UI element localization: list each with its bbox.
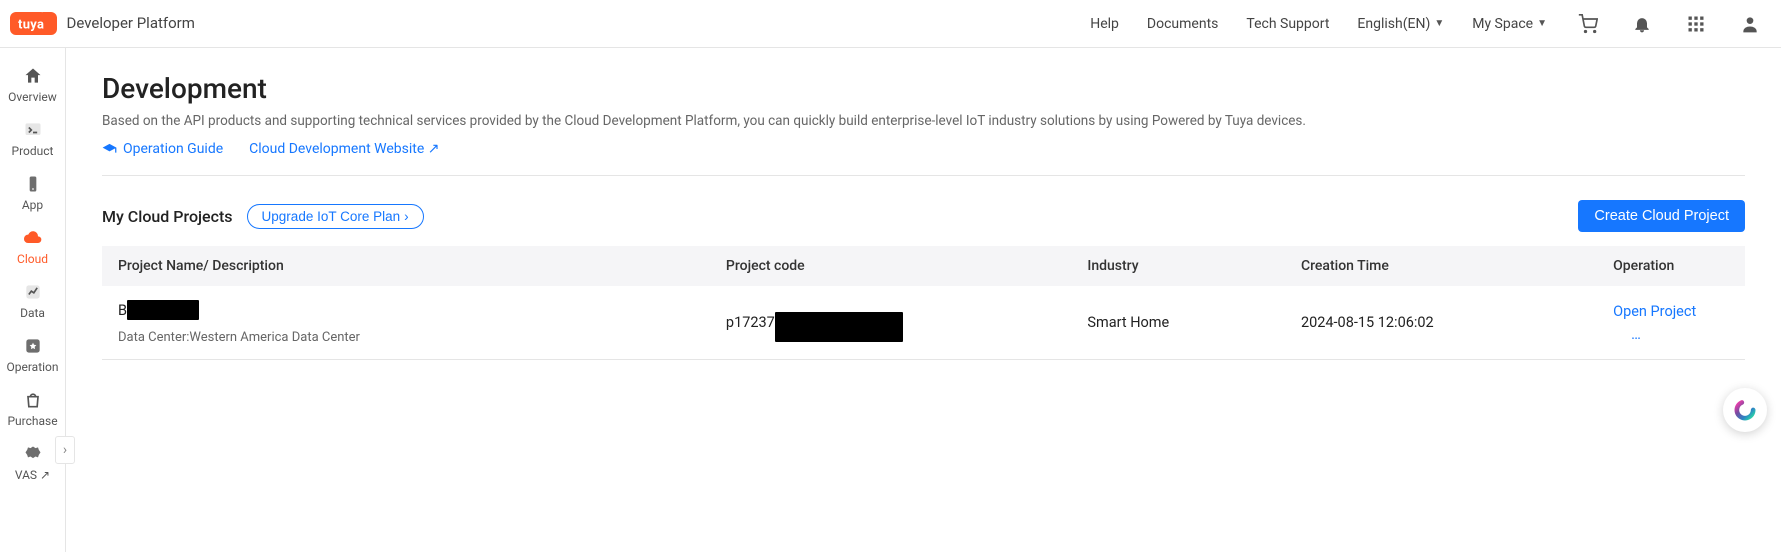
project-name-prefix: B xyxy=(118,302,127,319)
sidebar-item-label: Data xyxy=(20,306,45,320)
sidebar-item-label: Product xyxy=(12,144,54,158)
sidebar-item-purchase[interactable]: Purchase xyxy=(0,382,65,436)
link-label: Cloud Development Website ↗ xyxy=(249,141,439,157)
nav-my-space[interactable]: My Space ▼ xyxy=(1472,16,1547,32)
cart-icon[interactable] xyxy=(1575,11,1601,37)
chevron-down-icon: ▼ xyxy=(1434,18,1444,29)
chevron-down-icon: ▼ xyxy=(1537,18,1547,29)
open-project-link[interactable]: Open Project xyxy=(1613,303,1696,320)
nav-help[interactable]: Help xyxy=(1090,16,1119,32)
upgrade-plan-button[interactable]: Upgrade IoT Core Plan › xyxy=(247,204,424,229)
graduation-cap-icon xyxy=(102,142,117,157)
project-code-prefix: p17237 xyxy=(726,313,775,330)
apps-grid-icon[interactable] xyxy=(1683,11,1709,37)
sidebar-item-overview[interactable]: Overview xyxy=(0,58,65,112)
sidebar-item-data[interactable]: Data xyxy=(0,274,65,328)
nav-tech-support[interactable]: Tech Support xyxy=(1246,16,1329,32)
nav-language[interactable]: English(EN) ▼ xyxy=(1357,16,1444,32)
sidebar: Overview Product App Cloud Data Operatio… xyxy=(0,48,66,552)
cell-industry: Smart Home xyxy=(1071,286,1285,360)
sidebar-item-cloud[interactable]: Cloud xyxy=(0,220,65,274)
user-icon[interactable] xyxy=(1737,11,1763,37)
sidebar-item-label: Overview xyxy=(8,90,57,104)
page-description: Based on the API products and supporting… xyxy=(102,113,1745,129)
sidebar-item-label: VAS ↗ xyxy=(15,468,50,482)
nav-my-space-label: My Space xyxy=(1472,16,1533,32)
link-cloud-dev-website[interactable]: Cloud Development Website ↗ xyxy=(249,141,439,157)
chevron-right-icon: › xyxy=(404,209,409,224)
sidebar-collapse-toggle[interactable]: › xyxy=(55,436,75,464)
nav-documents[interactable]: Documents xyxy=(1147,16,1218,32)
link-label: Operation Guide xyxy=(123,141,223,157)
topbar-left: tuya° Developer Platform xyxy=(10,12,195,35)
sidebar-item-product[interactable]: Product xyxy=(0,112,65,166)
col-project-name: Project Name/ Description xyxy=(102,246,710,286)
topbar: tuya° Developer Platform Help Documents … xyxy=(0,0,1781,48)
page-links: Operation Guide Cloud Development Websit… xyxy=(102,141,1745,176)
cell-creation-time: 2024-08-15 12:06:02 xyxy=(1285,286,1597,360)
redacted-block xyxy=(775,312,903,342)
swirl-icon xyxy=(1731,396,1759,424)
col-operation: Operation xyxy=(1597,246,1745,286)
sidebar-item-label: Cloud xyxy=(17,252,48,266)
sidebar-item-operation[interactable]: Operation xyxy=(0,328,65,382)
table-row: B Data Center:Western America Data Cente… xyxy=(102,286,1745,360)
section-header: My Cloud Projects Upgrade IoT Core Plan … xyxy=(102,200,1745,232)
page-title: Development xyxy=(102,72,1745,105)
chevron-right-icon: › xyxy=(63,442,67,458)
link-operation-guide[interactable]: Operation Guide xyxy=(102,141,223,157)
projects-table: Project Name/ Description Project code I… xyxy=(102,246,1745,360)
logo[interactable]: tuya° xyxy=(10,12,57,35)
col-creation-time: Creation Time xyxy=(1285,246,1597,286)
create-cloud-project-button[interactable]: Create Cloud Project xyxy=(1578,200,1745,232)
home-icon xyxy=(23,66,43,86)
chart-icon xyxy=(23,282,43,302)
brand-title: Developer Platform xyxy=(67,14,195,32)
phone-icon xyxy=(23,174,43,194)
cloud-icon xyxy=(23,228,43,248)
main-content: Development Based on the API products an… xyxy=(66,48,1781,552)
dc-value: Western America Data Center xyxy=(189,330,360,345)
bell-icon[interactable] xyxy=(1629,11,1655,37)
more-actions[interactable]: … xyxy=(1613,326,1729,343)
col-project-code: Project code xyxy=(710,246,1071,286)
sidebar-item-label: Purchase xyxy=(7,414,57,428)
terminal-icon xyxy=(23,120,43,140)
topbar-right: Help Documents Tech Support English(EN) … xyxy=(1090,11,1763,37)
badge-icon xyxy=(23,444,43,464)
sidebar-item-label: App xyxy=(22,198,43,212)
sidebar-item-label: Operation xyxy=(6,360,58,374)
nav-language-label: English(EN) xyxy=(1357,16,1430,32)
redacted-block xyxy=(127,300,199,320)
section-title: My Cloud Projects xyxy=(102,207,233,226)
assistant-fab[interactable] xyxy=(1723,388,1767,432)
sidebar-item-app[interactable]: App xyxy=(0,166,65,220)
button-label: Upgrade IoT Core Plan xyxy=(262,209,401,224)
col-industry: Industry xyxy=(1071,246,1285,286)
dc-label: Data Center: xyxy=(118,330,189,345)
bag-icon xyxy=(23,390,43,410)
star-box-icon xyxy=(23,336,43,356)
